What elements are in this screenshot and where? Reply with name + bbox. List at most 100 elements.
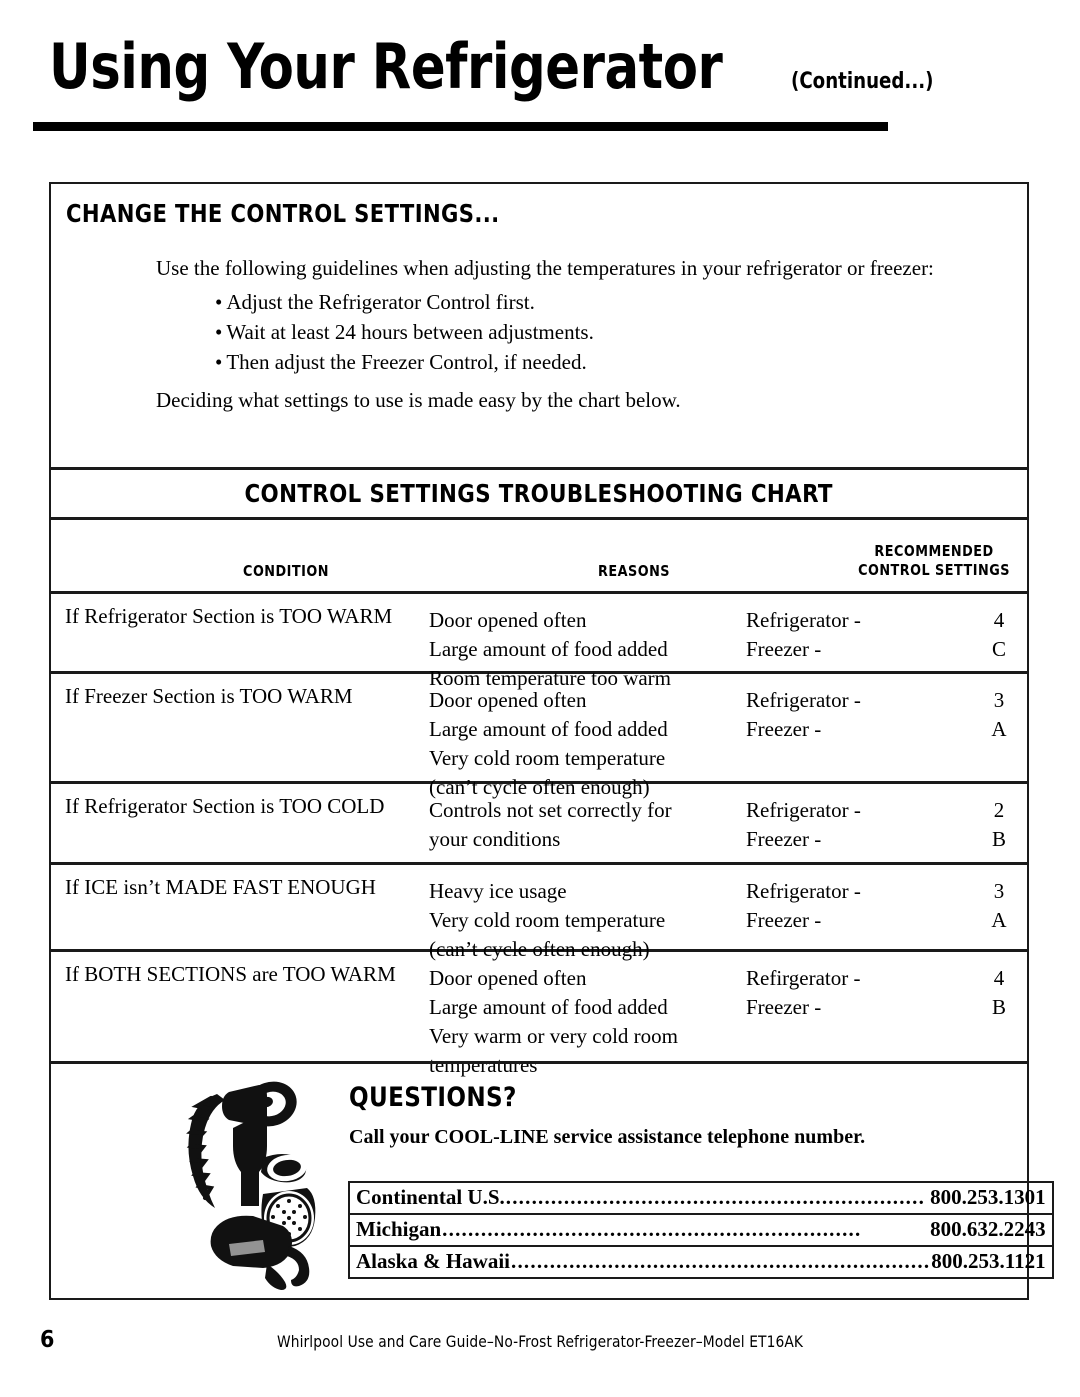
reason-line: Very warm or very cold room [429,1023,679,1048]
setting-value: 4 [993,608,1005,632]
phone-row-continental-us: Continental U.S. .......................… [348,1181,1054,1215]
phone-numbers-table: Continental U.S. .......................… [348,1181,1054,1279]
reason-line: Very cold room temperature [429,745,666,770]
phone-number[interactable]: 800.253.1301 [930,1185,1046,1210]
bullet-icon: • [215,319,223,344]
reason-line: Large amount of food added [429,994,668,1019]
intro-paragraph: Use the following guidelines when adjust… [156,256,934,280]
cell-setting-labels: Refrigerator - Freezer - [746,606,926,664]
bullet-icon: • [215,349,223,374]
cell-setting-values: 4 C [979,606,1019,664]
questions-heading: QUESTIONS? [349,1082,517,1113]
column-header-reasons: REASONS [598,562,670,580]
setting-label: Refirgerator - [746,966,861,990]
cell-setting-labels: Refrigerator - Freezer - [746,796,926,854]
setting-value: 3 [993,879,1005,903]
bullet-icon: • [215,290,223,314]
reason-line: Very cold room temperature [429,907,666,932]
chart-header-row: CONDITION REASONS RECOMMENDED CONTROL SE… [49,520,1029,594]
column-header-condition: CONDITION [243,562,329,580]
page-title: Using Your Refrigerator [49,30,723,103]
guideline-list: • Adjust the Refrigerator Control first. … [215,288,594,377]
cell-setting-values: 4 B [979,964,1019,1022]
cell-setting-values: 3 A [979,686,1019,744]
setting-value: C [991,636,1006,661]
change-control-settings-heading: CHANGE THE CONTROL SETTINGS... [66,199,500,228]
closing-paragraph: Deciding what settings to use is made ea… [156,388,681,412]
cell-setting-labels: Refirgerator - Freezer - [746,964,926,1022]
setting-label: Freezer - [746,994,822,1019]
setting-label: Refrigerator - [746,879,861,903]
setting-value: A [991,907,1007,932]
table-row: If Freezer Section is TOO WARM Door open… [49,674,1029,799]
setting-label: Refrigerator - [746,688,861,712]
table-row: Michigan ...............................… [348,1213,1054,1247]
troubleshooting-chart-title-bar: CONTROL SETTINGS TROUBLESHOOTING CHART [49,467,1029,520]
phone-region-label: Continental U.S. [356,1185,505,1209]
setting-value: B [991,826,1006,851]
page-title-row: Using Your Refrigerator (Continued...) [49,36,1031,98]
setting-value: A [991,716,1007,741]
phone-number[interactable]: 800.253.1121 [931,1249,1045,1274]
setting-label: Freezer - [746,907,822,932]
column-header-recommended-control-settings: RECOMMENDED CONTROL SETTINGS [825,542,1044,580]
title-underline-rule [33,122,888,131]
setting-label: Refrigerator - [746,608,861,632]
guideline-text: Wait at least 24 hours between adjustmen… [226,319,594,344]
phone-region-label: Michigan [356,1217,442,1241]
phone-row-michigan: Michigan ...............................… [348,1213,1054,1247]
setting-label: Freezer - [746,826,822,851]
leader-dots: ........................................… [442,1217,862,1241]
setting-value: B [991,994,1006,1019]
phone-number[interactable]: 800.632.2243 [930,1217,1046,1242]
cell-condition: If Refrigerator Section is TOO WARM [65,604,393,628]
setting-label: Refrigerator - [746,798,861,822]
troubleshooting-chart-title: CONTROL SETTINGS TROUBLESHOOTING CHART [244,479,834,508]
cell-condition: If Refrigerator Section is TOO COLD [65,794,385,818]
content-box: CHANGE THE CONTROL SETTINGS... Use the f… [49,182,1054,1300]
questions-subtitle: Call your COOL-LINE service assistance t… [349,1126,866,1148]
table-row: Continental U.S. .......................… [348,1181,1054,1215]
page-title-continued-label: (Continued...) [790,69,934,94]
cell-condition: If ICE isn’t MADE FAST ENOUGH [65,875,376,899]
setting-value: 4 [993,966,1005,990]
reason-line: Door opened often [429,966,587,990]
reason-line: your conditions [429,826,561,851]
cell-reasons: Controls not set correctly for your cond… [429,796,749,854]
cell-setting-labels: Refrigerator - Freezer - [746,877,926,935]
phone-region-label: Alaska & Hawaii [356,1249,511,1273]
vintage-telephone-illustration [186,1081,316,1290]
cell-setting-values: 3 A [979,877,1019,935]
cell-setting-values: 2 B [979,796,1019,854]
list-item: • Wait at least 24 hours between adjustme… [215,318,594,348]
list-item: • Then adjust the Freezer Control, if nee… [215,348,594,378]
setting-label: Freezer - [746,636,822,661]
cell-reasons: Heavy ice usage Very cold room temperatu… [429,877,749,964]
questions-section: QUESTIONS? Call your COOL-LINE service a… [49,1061,1054,1298]
leader-dots: ........................................… [505,1185,926,1209]
page-header: Using Your Refrigerator (Continued...) [49,36,1031,136]
table-row: If Refrigerator Section is TOO WARM Door… [49,594,1029,690]
leader-dots: ........................................… [511,1249,931,1273]
reason-line: Heavy ice usage [429,879,567,903]
setting-value: 3 [993,688,1005,712]
reason-line: Large amount of food added [429,636,668,661]
footer-text: Whirlpool Use and Care Guide–No-Frost Re… [276,1332,804,1351]
reason-line: Door opened often [429,688,587,712]
change-control-settings-section: CHANGE THE CONTROL SETTINGS... Use the f… [51,184,1027,467]
guideline-text: Adjust the Refrigerator Control first. [226,290,535,314]
reason-line: Controls not set correctly for [429,798,672,822]
list-item: • Adjust the Refrigerator Control first. [215,288,594,318]
table-row: If BOTH SECTIONS are TOO WARM Door opene… [49,952,1029,1077]
setting-label: Freezer - [746,716,822,741]
phone-row-alaska-hawaii: Alaska & Hawaii ........................… [348,1245,1054,1279]
column-header-settings-line1: RECOMMENDED [874,542,994,560]
guideline-text: Then adjust the Freezer Control, if need… [226,349,587,374]
cell-setting-labels: Refrigerator - Freezer - [746,686,926,744]
table-row: If Refrigerator Section is TOO COLD Cont… [49,784,1029,865]
reason-line: Door opened often [429,608,587,632]
table-row: Alaska & Hawaii ........................… [348,1245,1054,1279]
column-header-settings-line2: CONTROL SETTINGS [858,561,1010,580]
chart-body: If Refrigerator Section is TOO WARM Door… [49,594,1029,1077]
cell-condition: If Freezer Section is TOO WARM [65,684,353,708]
